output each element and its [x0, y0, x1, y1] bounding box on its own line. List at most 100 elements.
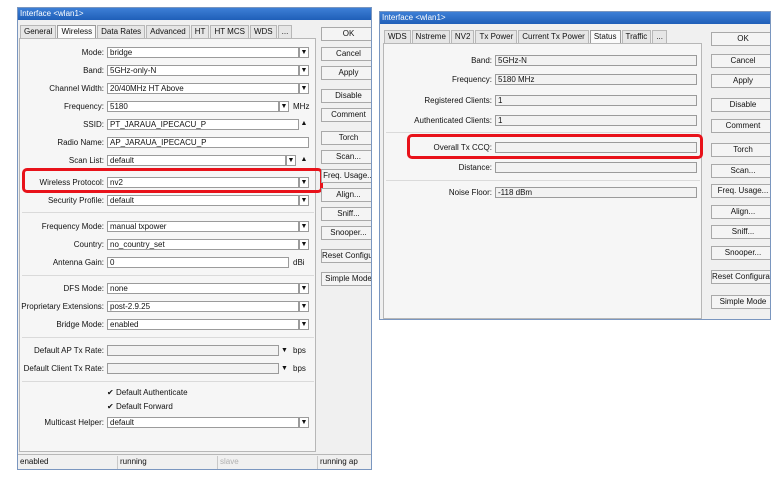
country-label: Country: [73, 240, 104, 249]
multicast-helper-select[interactable]: default [107, 417, 299, 428]
frequency-mode-label: Frequency Mode: [41, 222, 104, 231]
bridge-mode-label: Bridge Mode: [56, 320, 104, 329]
sniff-button[interactable]: Sniff... [321, 207, 371, 221]
client-tx-rate-label: Default Client Tx Rate: [23, 364, 104, 373]
tab-wireless[interactable]: Wireless [57, 25, 97, 38]
tab-advanced[interactable]: Advanced [146, 25, 190, 38]
scan-button[interactable]: Scan... [711, 164, 770, 178]
chevron-down-icon[interactable]: ▼ [279, 101, 289, 112]
chevron-down-icon[interactable]: ▼ [299, 417, 309, 428]
channel-width-select[interactable]: 20/40MHz HT Above [107, 83, 299, 94]
tab-tx-power[interactable]: Tx Power [475, 30, 518, 43]
ssid-field[interactable]: PT_JARAUA_IPECACU_P [107, 119, 299, 130]
default-forward-checkbox[interactable]: ✔ Default Forward [107, 401, 173, 412]
simple-mode-button[interactable]: Simple Mode [711, 295, 770, 309]
align-button[interactable]: Align... [321, 188, 371, 202]
wireless-form: Mode: bridge ▼ Band: 5GHz-only-N ▼ Chann… [19, 38, 316, 452]
reset-configuration-button[interactable]: Reset Configuration [321, 249, 371, 263]
chevron-down-icon[interactable]: ▼ [299, 83, 309, 94]
chevron-down-icon[interactable]: ▼ [299, 47, 309, 58]
dfs-mode-label: DFS Mode: [63, 284, 104, 293]
proprietary-extensions-select[interactable]: post-2.9.25 [107, 301, 299, 312]
bridge-mode-select[interactable]: enabled [107, 319, 299, 330]
ok-button[interactable]: OK [711, 32, 770, 46]
scan-list-select[interactable]: default [107, 155, 286, 166]
align-button[interactable]: Align... [711, 205, 770, 219]
band-value: 5GHz-N [495, 55, 697, 66]
chevron-down-icon[interactable]: ▼ [299, 283, 309, 294]
chevron-down-icon[interactable]: ▼ [299, 221, 309, 232]
comment-button[interactable]: Comment [711, 119, 770, 133]
tab-wds[interactable]: WDS [384, 30, 411, 43]
disable-button[interactable]: Disable [711, 98, 770, 112]
tab-more[interactable]: ... [277, 25, 293, 38]
tab-ht[interactable]: HT [190, 25, 210, 38]
country-select[interactable]: no_country_set [107, 239, 299, 250]
snooper-button[interactable]: Snooper... [321, 226, 371, 240]
disable-button[interactable]: Disable [321, 89, 371, 103]
cancel-button[interactable]: Cancel [321, 47, 371, 61]
tab-nstreme[interactable]: Nstreme [411, 30, 450, 43]
chevron-up-icon[interactable]: ▲ [299, 119, 309, 130]
band-label: Band: [471, 56, 492, 65]
antenna-gain-field[interactable]: 0 [107, 257, 289, 268]
ap-tx-rate-field[interactable] [107, 345, 279, 356]
mode-select[interactable]: bridge [107, 47, 299, 58]
sniff-button[interactable]: Sniff... [711, 225, 770, 239]
client-tx-rate-field[interactable] [107, 363, 279, 374]
security-profile-label: Security Profile: [47, 196, 104, 205]
reset-configuration-button[interactable]: Reset Configuration [711, 270, 770, 284]
separator [22, 212, 314, 213]
cancel-button[interactable]: Cancel [711, 54, 770, 68]
chevron-down-icon[interactable]: ▼ [299, 239, 309, 250]
tab-traffic[interactable]: Traffic [621, 30, 652, 43]
frequency-select[interactable]: 5180 [107, 101, 279, 112]
tab-ht-mcs[interactable]: HT MCS [210, 25, 249, 38]
ok-button[interactable]: OK [321, 27, 371, 41]
status-running-ap: running ap [320, 457, 358, 466]
torch-button[interactable]: Torch [711, 143, 770, 157]
chevron-down-icon[interactable]: ▼ [299, 319, 309, 330]
authenticated-clients-label: Authenticated Clients: [414, 116, 492, 125]
registered-clients-value: 1 [495, 95, 697, 106]
tab-more[interactable]: ... [652, 30, 667, 43]
frequency-unit: MHz [293, 102, 310, 111]
chevron-up-icon[interactable]: ▲ [299, 155, 309, 166]
radio-name-field[interactable]: AP_JARAUA_IPECACU_P [107, 137, 309, 148]
comment-button[interactable]: Comment [321, 108, 371, 122]
apply-button[interactable]: Apply [321, 66, 371, 80]
frequency-mode-select[interactable]: manual txpower [107, 221, 299, 232]
tab-current-tx-power[interactable]: Current Tx Power [518, 30, 589, 43]
chevron-down-icon[interactable]: ▼ [281, 363, 288, 374]
apply-button[interactable]: Apply [711, 74, 770, 88]
scan-list-label: Scan List: [68, 156, 104, 165]
scan-button[interactable]: Scan... [321, 150, 371, 164]
dfs-mode-select[interactable]: none [107, 283, 299, 294]
tab-nv2[interactable]: NV2 [450, 30, 475, 43]
freq-usage-button[interactable]: Freq. Usage... [321, 169, 371, 183]
tab-wds[interactable]: WDS [249, 25, 277, 38]
authenticated-clients-value: 1 [495, 115, 697, 126]
default-forward-label: Default Forward [115, 402, 173, 411]
noise-floor-value: -118 dBm [495, 187, 697, 198]
default-authenticate-checkbox[interactable]: ✔ Default Authenticate [107, 387, 188, 398]
separator [386, 180, 700, 181]
radio-name-label: Radio Name: [57, 138, 104, 147]
chevron-down-icon[interactable]: ▼ [286, 155, 296, 166]
frequency-value: 5180 MHz [495, 74, 697, 85]
tab-status[interactable]: Status [589, 30, 621, 43]
freq-usage-button[interactable]: Freq. Usage... [711, 184, 770, 198]
chevron-down-icon[interactable]: ▼ [299, 65, 309, 76]
status-slave: slave [218, 456, 318, 469]
chevron-down-icon[interactable]: ▼ [281, 345, 288, 356]
security-profile-select[interactable]: default [107, 195, 299, 206]
tab-general[interactable]: General [20, 25, 57, 38]
chevron-down-icon[interactable]: ▼ [299, 195, 309, 206]
chevron-down-icon[interactable]: ▼ [299, 301, 309, 312]
tab-data-rates[interactable]: Data Rates [97, 25, 146, 38]
band-select[interactable]: 5GHz-only-N [107, 65, 299, 76]
snooper-button[interactable]: Snooper... [711, 246, 770, 260]
torch-button[interactable]: Torch [321, 131, 371, 145]
channel-width-label: Channel Width: [49, 84, 104, 93]
simple-mode-button[interactable]: Simple Mode [321, 272, 371, 286]
